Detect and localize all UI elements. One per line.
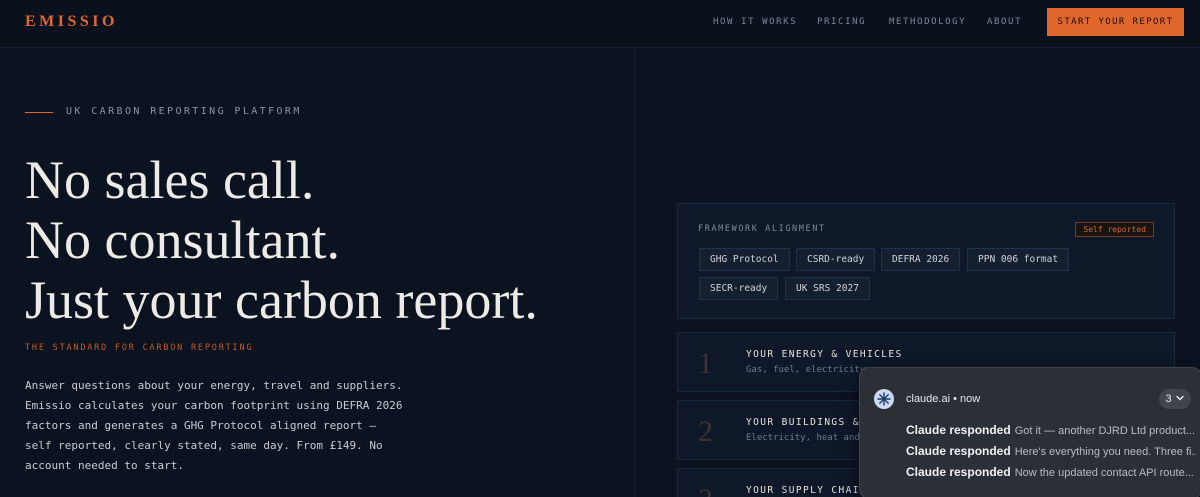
chip-ppn-006: PPN 006 format	[967, 248, 1070, 271]
logo[interactable]: EMISSIO	[25, 13, 118, 31]
step-number: 2	[698, 415, 713, 448]
nav-methodology[interactable]: METHODOLOGY	[889, 17, 966, 27]
step-subtitle: Electricity, heat and	[746, 433, 860, 443]
chip-uk-srs-2027: UK SRS 2027	[785, 277, 870, 300]
hero-description: Answer questions about your energy, trav…	[25, 379, 403, 472]
nav-how-it-works[interactable]: HOW IT WORKS	[713, 17, 797, 27]
notification-item[interactable]: Claude responded Now the updated contact …	[906, 465, 1196, 479]
site-header: EMISSIO HOW IT WORKS PRICING METHODOLOGY…	[0, 0, 1200, 48]
start-report-button[interactable]: START YOUR REPORT	[1047, 8, 1184, 36]
nav-about[interactable]: ABOUT	[987, 17, 1022, 27]
claude-icon	[874, 389, 894, 409]
chip-defra-2026: DEFRA 2026	[881, 248, 961, 271]
notification-source: claude.ai • now	[906, 393, 981, 405]
eyebrow-text: UK CARBON REPORTING PLATFORM	[66, 106, 302, 117]
notification-item[interactable]: Claude responded Here's everything you ne…	[906, 444, 1196, 458]
headline-line-1: No sales call.	[25, 150, 315, 210]
chip-secr-ready: SECR-ready	[699, 277, 779, 300]
step-title: YOUR SUPPLY CHAIN	[746, 485, 868, 496]
step-title: YOUR BUILDINGS & F	[746, 417, 875, 428]
notification-item[interactable]: Claude responded Got it — another DJRD Lt…	[906, 423, 1196, 437]
chip-ghg-protocol: GHG Protocol	[699, 248, 790, 271]
headline-line-3: Just your carbon report.	[25, 270, 538, 330]
step-title: YOUR ENERGY & VEHICLES	[746, 349, 903, 360]
hero-headline: No sales call. No consultant. Just your …	[25, 150, 625, 330]
eyebrow-rule	[25, 112, 53, 113]
hero-tagline: THE STANDARD FOR CARBON REPORTING	[25, 343, 254, 353]
step-number: 1	[698, 347, 713, 380]
notification-popup[interactable]: claude.ai • now 3 Claude responded Got it…	[859, 367, 1200, 497]
notification-count-toggle[interactable]: 3	[1159, 389, 1191, 409]
column-divider	[634, 48, 635, 497]
chevron-down-icon	[1175, 393, 1185, 406]
framework-title: FRAMEWORK ALIGNMENT	[698, 224, 826, 234]
headline-line-2: No consultant.	[25, 210, 340, 270]
step-subtitle: Gas, fuel, electricity	[746, 365, 866, 375]
step-number: 3	[698, 483, 713, 497]
self-reported-badge: Self reported	[1075, 222, 1154, 237]
framework-card: FRAMEWORK ALIGNMENT Self reported GHG Pr…	[677, 203, 1175, 319]
nav-pricing[interactable]: PRICING	[817, 17, 866, 27]
chip-csrd-ready: CSRD-ready	[796, 248, 876, 271]
